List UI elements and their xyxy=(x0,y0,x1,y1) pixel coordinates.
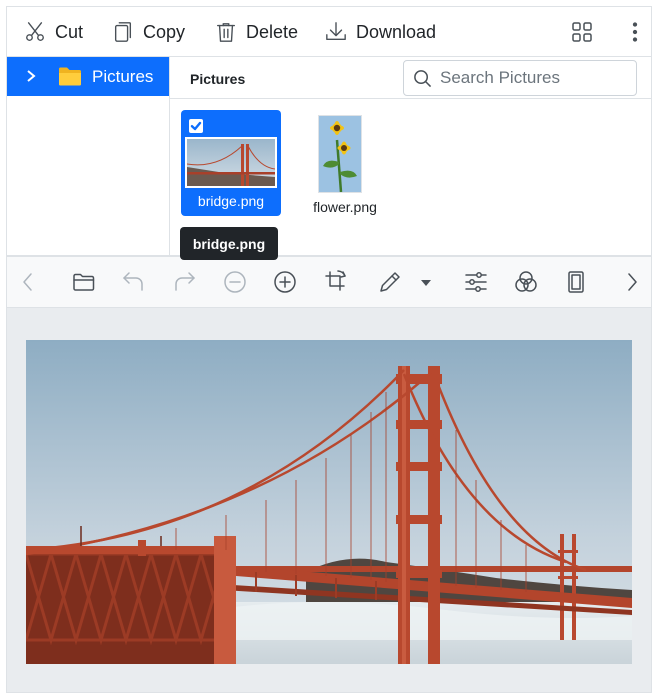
scroll-left-button[interactable] xyxy=(15,269,41,295)
scissors-icon xyxy=(26,22,44,41)
search-input[interactable] xyxy=(440,66,630,90)
annotate-dropdown-button[interactable] xyxy=(413,269,433,295)
open-folder-icon xyxy=(73,273,95,291)
file-name: flower.png xyxy=(313,199,377,215)
zoom-out-icon xyxy=(224,271,246,293)
file-item-bridge[interactable]: bridge.png xyxy=(181,110,281,216)
download-label: Download xyxy=(356,21,437,42)
image-canvas[interactable] xyxy=(26,340,632,664)
zoom-in-icon xyxy=(274,271,296,293)
search-icon xyxy=(413,69,432,88)
check-icon xyxy=(190,121,202,131)
flower-thumbnail xyxy=(318,115,362,193)
frame-icon xyxy=(568,271,584,293)
navigation-pane: Pictures xyxy=(7,57,170,255)
caret-down-icon xyxy=(421,280,431,286)
zoom-in-button[interactable] xyxy=(272,269,298,295)
file-manager-toolbar: Cut Copy Delete Download xyxy=(7,7,651,57)
file-list-header: Pictures xyxy=(170,57,652,99)
zoom-out-button[interactable] xyxy=(222,269,248,295)
download-icon xyxy=(326,22,346,41)
file-manager: Cut Copy Delete Download Pictures Pictur… xyxy=(6,6,652,256)
search-box xyxy=(403,60,637,96)
undo-button[interactable] xyxy=(121,269,147,295)
redo-icon xyxy=(175,272,195,291)
redo-button[interactable] xyxy=(171,269,197,295)
nav-item-pictures[interactable]: Pictures xyxy=(7,57,169,96)
copy-icon xyxy=(114,22,132,42)
image-editor-toolbar xyxy=(7,257,651,308)
bridge-image xyxy=(26,340,632,664)
undo-icon xyxy=(123,272,143,291)
chevron-left-icon xyxy=(23,273,32,291)
breadcrumb[interactable]: Pictures xyxy=(190,71,245,87)
open-button[interactable] xyxy=(71,269,97,295)
trash-icon xyxy=(217,23,235,42)
grid-view-icon xyxy=(572,22,592,42)
filters-icon xyxy=(515,271,537,292)
sliders-icon xyxy=(465,272,487,292)
copy-label: Copy xyxy=(143,21,186,42)
file-list-pane: Pictures Search Pictures bridge.png flow… xyxy=(170,57,652,255)
annotate-button[interactable] xyxy=(377,269,403,295)
frame-button[interactable] xyxy=(563,269,589,295)
chevron-right-icon[interactable] xyxy=(24,69,38,83)
folder-icon xyxy=(58,66,82,86)
file-item-flower[interactable]: flower.png xyxy=(305,110,385,216)
image-editor xyxy=(6,256,652,693)
more-vertical-icon xyxy=(632,22,638,42)
pen-icon xyxy=(380,272,400,292)
finetune-button[interactable] xyxy=(463,269,489,295)
tooltip: bridge.png xyxy=(180,227,278,260)
crop-rotate-button[interactable] xyxy=(322,269,348,295)
delete-label: Delete xyxy=(246,21,299,42)
download-button[interactable]: Download xyxy=(325,7,436,57)
checkbox[interactable] xyxy=(189,119,203,133)
nav-item-label: Pictures xyxy=(92,67,154,86)
scroll-right-button[interactable] xyxy=(619,269,645,295)
more-options-button[interactable] xyxy=(624,21,646,43)
delete-button[interactable]: Delete xyxy=(215,7,298,57)
copy-button[interactable]: Copy xyxy=(112,7,185,57)
large-icons-view-button[interactable] xyxy=(571,21,593,43)
filters-button[interactable] xyxy=(513,269,539,295)
cut-button[interactable]: Cut xyxy=(24,7,83,57)
file-name: bridge.png xyxy=(197,193,265,209)
cut-label: Cut xyxy=(55,21,84,42)
bridge-thumbnail xyxy=(185,137,277,188)
crop-rotate-icon xyxy=(325,270,346,291)
chevron-right-icon xyxy=(628,273,637,291)
